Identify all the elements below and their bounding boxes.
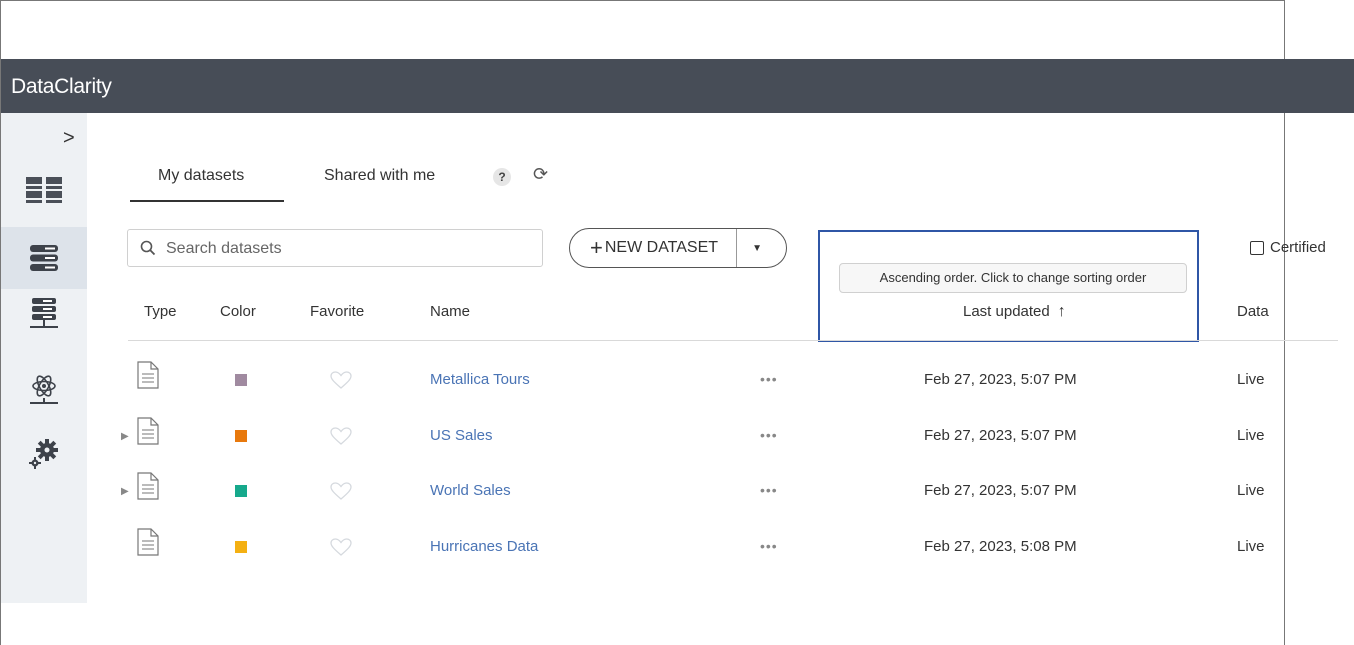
new-dataset-label: NEW DATASET [604,239,719,256]
tab-my-datasets[interactable]: My datasets [158,167,244,185]
color-swatch[interactable] [235,430,247,442]
last-updated-value: Feb 27, 2023, 5:08 PM [924,538,1077,555]
app-title: DataClarity [11,75,112,98]
refresh-icon[interactable]: ⟳ [533,164,548,185]
last-updated-value: Feb 27, 2023, 5:07 PM [924,427,1077,444]
help-icon[interactable]: ? [493,168,511,186]
data-type-value: Live [1237,482,1265,499]
search-box [127,229,543,267]
data-type-value: Live [1237,538,1265,555]
expand-caret-icon[interactable]: ▶ [121,486,129,497]
more-options-icon[interactable]: ••• [760,427,778,443]
column-header-type[interactable]: Type [144,303,177,320]
tab-shared-with-me[interactable]: Shared with me [324,167,435,185]
data-type-value: Live [1237,427,1265,444]
header-divider [128,340,1338,341]
dataset-name-link[interactable]: Metallica Tours [430,371,530,388]
column-header-name[interactable]: Name [430,303,470,320]
data-sources-icon [30,298,58,328]
column-header-data[interactable]: Data [1237,303,1269,320]
dataset-name-link[interactable]: US Sales [430,427,493,444]
new-dataset-dropdown-button[interactable]: ▼ [737,229,777,267]
certified-filter[interactable]: Certified [1250,239,1326,256]
certified-label: Certified [1270,239,1326,256]
favorite-heart-icon[interactable] [330,538,352,556]
more-options-icon[interactable]: ••• [760,371,778,387]
data-type-value: Live [1237,371,1265,388]
column-header-last-updated[interactable]: Last updated ↑ [963,303,1066,321]
dataset-name-link[interactable]: World Sales [430,482,511,499]
more-options-icon[interactable]: ••• [760,538,778,554]
table-row[interactable]: ▶ US Sales ••• Feb 27, 2023, 5:07 PM Liv… [0,409,1300,465]
sort-ascending-icon: ↑ [1057,303,1066,320]
certified-checkbox[interactable] [1250,240,1264,255]
document-icon [137,417,159,445]
search-icon [140,240,156,256]
color-swatch[interactable] [235,374,247,386]
datasets-stack-icon [30,245,58,271]
plus-icon: + [590,235,603,260]
frame-top-border [0,0,1285,1]
sidebar-expand-button[interactable]: > [63,127,75,150]
app-header: DataClarity [1,59,1354,113]
new-dataset-button[interactable]: + NEW DATASET [570,229,736,267]
search-input[interactable] [164,231,538,267]
dataset-name-link[interactable]: Hurricanes Data [430,538,538,555]
color-swatch[interactable] [235,541,247,553]
expand-caret-icon[interactable]: ▶ [121,431,129,442]
favorite-heart-icon[interactable] [330,371,352,389]
column-header-color[interactable]: Color [220,303,256,320]
sidebar-item-data-sources[interactable] [1,283,87,345]
favorite-heart-icon[interactable] [330,427,352,445]
table-row[interactable]: Metallica Tours ••• Feb 27, 2023, 5:07 P… [0,353,1300,409]
caret-down-icon: ▼ [752,242,762,254]
document-icon [137,472,159,500]
last-updated-value: Feb 27, 2023, 5:07 PM [924,371,1077,388]
more-options-icon[interactable]: ••• [760,482,778,498]
sidebar-item-datasets[interactable] [1,227,87,289]
last-updated-value: Feb 27, 2023, 5:07 PM [924,482,1077,499]
document-icon [137,361,159,389]
table-row[interactable]: Hurricanes Data ••• Feb 27, 2023, 5:08 P… [0,520,1300,576]
favorite-heart-icon[interactable] [330,482,352,500]
color-swatch[interactable] [235,485,247,497]
active-tab-indicator [130,200,284,202]
new-dataset-split-button: + NEW DATASET ▼ [569,228,787,268]
dashboard-grid-icon [26,177,62,203]
last-updated-label: Last updated [963,303,1050,320]
column-header-favorite[interactable]: Favorite [310,303,364,320]
sidebar-item-dashboards[interactable] [1,159,87,221]
document-icon [137,528,159,556]
table-row[interactable]: ▶ World Sales ••• Feb 27, 2023, 5:07 PM … [0,464,1300,520]
sort-tooltip: Ascending order. Click to change sorting… [839,263,1187,293]
